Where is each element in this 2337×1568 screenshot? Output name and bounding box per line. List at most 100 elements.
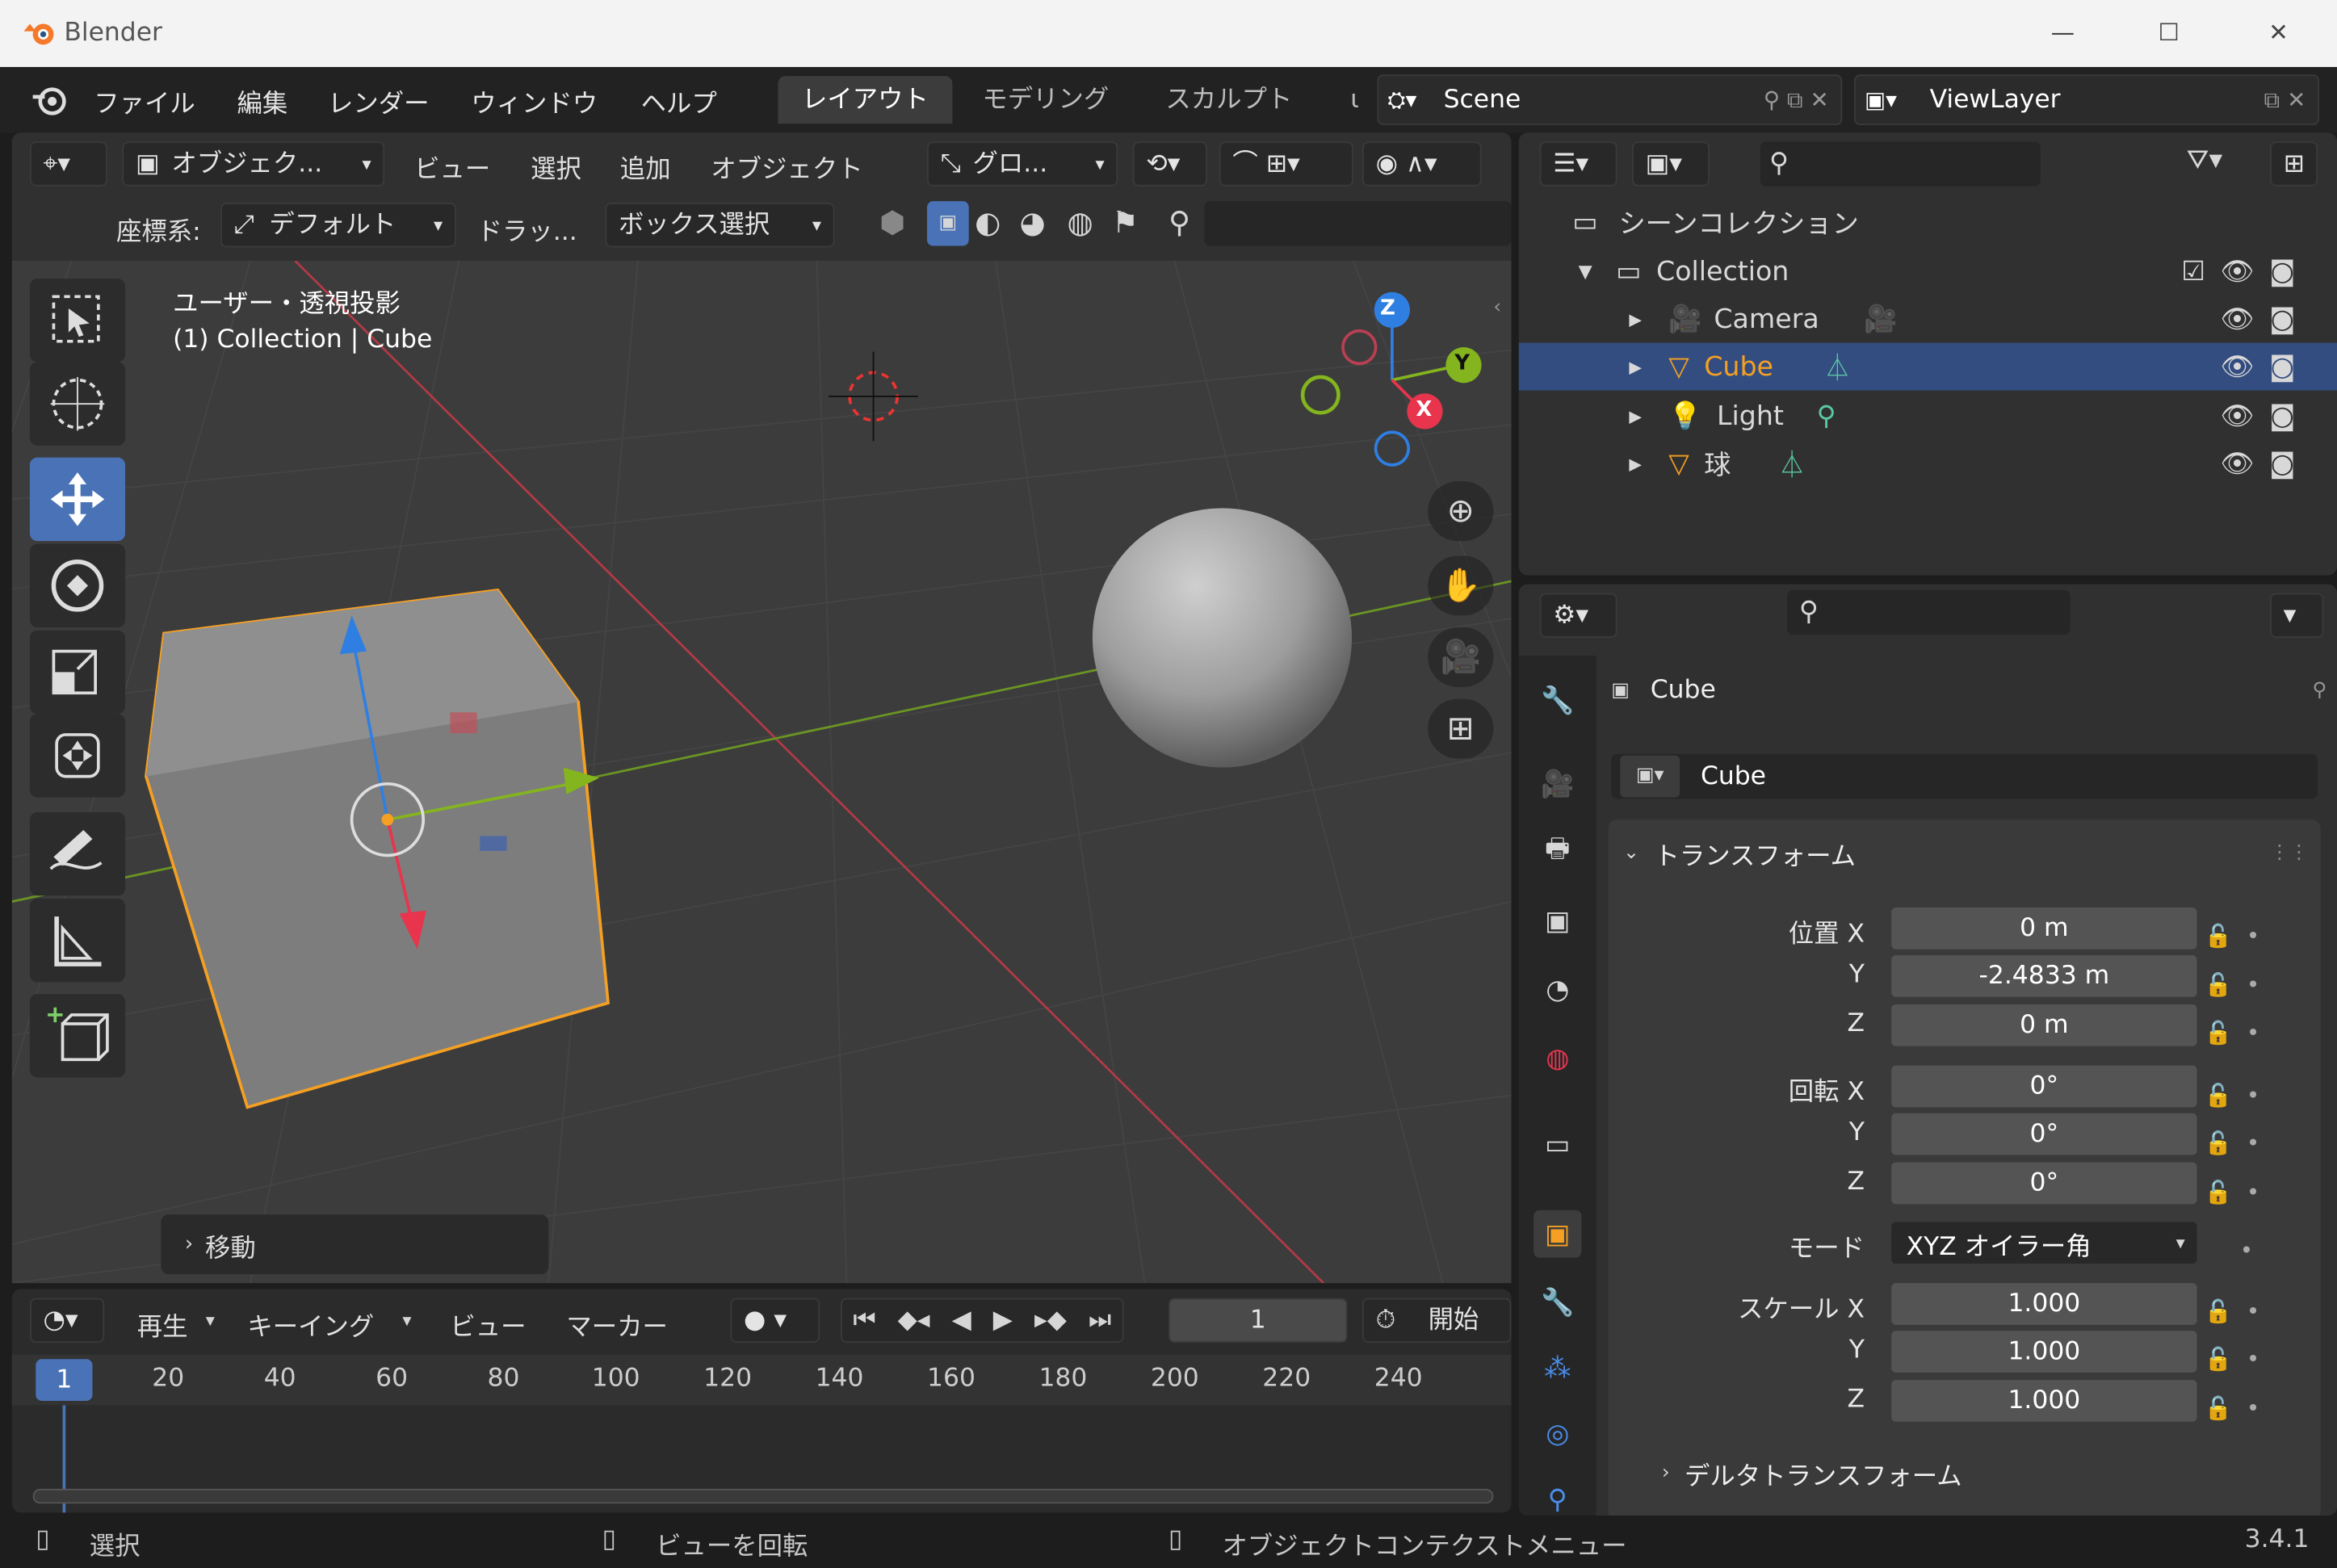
cube-visibility-icons[interactable]: 👁◙ — [2220, 351, 2310, 383]
collection-visibility-icons[interactable]: ☑👁◙ — [2181, 256, 2310, 287]
lock-icon[interactable]: 🔓 • — [2205, 1119, 2294, 1168]
object-name-field[interactable]: ▣▾ Cube — [1611, 753, 2318, 799]
snap-button[interactable]: ⌒ ⊞▾ — [1219, 141, 1353, 187]
outliner-row-light[interactable]: ▶ 💡 Light ⚲ 👁◙ — [1519, 392, 2337, 439]
sphere-visibility-icons[interactable]: 👁◙ — [2220, 448, 2310, 480]
lock-icon[interactable]: 🔓 • — [2205, 1384, 2294, 1432]
camera-view-icon[interactable]: 🎥 — [1428, 627, 1494, 687]
tool-transform[interactable] — [29, 714, 126, 798]
rotation-z-field[interactable]: 0° — [1891, 1162, 2197, 1205]
pin-icon[interactable]: ⚲ — [2313, 679, 2327, 702]
prev-keyframe-icon[interactable]: ◆◂ — [898, 1306, 930, 1335]
next-keyframe-icon[interactable]: ▸◆ — [1034, 1306, 1067, 1335]
minimize-button[interactable]: — — [2051, 18, 2075, 46]
select-mode-selector[interactable]: ボックス選択 ▾ — [605, 203, 835, 248]
menu-view[interactable]: ビュー — [414, 148, 490, 185]
outliner-editor-type-icon[interactable]: ☰▾ — [1539, 141, 1617, 187]
outliner-search-input[interactable]: ⚲ — [1760, 141, 2041, 187]
new-collection-icon[interactable]: ⊞ — [2270, 141, 2318, 187]
location-y-field[interactable]: -2.4833 m — [1891, 955, 2197, 997]
coord-selector[interactable]: ⤢ デフォルト ▾ — [220, 203, 456, 248]
zoom-icon[interactable]: ⊕ — [1428, 481, 1494, 541]
close-button[interactable]: ✕ — [2268, 18, 2289, 46]
tool-select-box[interactable] — [29, 279, 126, 363]
perspective-toggle-icon[interactable]: ⊞ — [1428, 698, 1494, 759]
material-shading-icon[interactable]: ◕ — [1019, 204, 1045, 240]
current-frame-field[interactable]: 1 — [1168, 1298, 1348, 1343]
camera-visibility-icons[interactable]: 👁◙ — [2220, 304, 2310, 335]
auto-keying-button[interactable]: ● ▾ — [730, 1298, 820, 1343]
gizmo-y-label[interactable]: Y — [1454, 352, 1470, 376]
outliner-row-collection[interactable]: ▼ ▭ Collection ☑👁◙ — [1519, 247, 2337, 295]
rendered-shading-icon[interactable]: ◍ — [1068, 204, 1093, 240]
blender-menu-icon[interactable] — [30, 82, 69, 124]
lock-icon[interactable]: 🔓 • — [2205, 912, 2294, 961]
lock-icon[interactable]: 🔓 • — [2205, 1009, 2294, 1058]
object-tab-icon[interactable]: ▣ — [1534, 1210, 1582, 1258]
location-x-field[interactable]: 0 m — [1891, 908, 2197, 950]
duplicate-layer-icon[interactable]: ⧉ ✕ — [2264, 86, 2306, 113]
xray-toggle-icon[interactable]: ▣ — [927, 201, 969, 246]
rotation-mode-select[interactable]: XYZ オイラー角 ▾ — [1891, 1222, 2197, 1264]
drag-label[interactable]: ドラッ... — [477, 210, 577, 247]
timeline-scrollbar[interactable] — [32, 1488, 1494, 1504]
menu-select[interactable]: 選択 — [531, 148, 581, 185]
search-icon[interactable]: ⚲ — [1168, 204, 1190, 240]
tool-move[interactable] — [29, 457, 126, 541]
tool-rotate[interactable] — [29, 543, 126, 628]
drag-handle-icon[interactable]: ⋮⋮ — [2270, 842, 2309, 865]
outliner-row-camera[interactable]: ▶ 🎥 Camera 🎥 👁◙ — [1519, 295, 2337, 342]
expand-arrow-icon[interactable]: ▶ — [1629, 454, 1642, 473]
pivot-point-button[interactable]: ⟲▾ — [1132, 141, 1208, 187]
scale-y-field[interactable]: 1.000 — [1891, 1331, 2197, 1373]
light-visibility-icons[interactable]: 👁◙ — [2220, 400, 2310, 432]
play-reverse-icon[interactable]: ◀ — [952, 1306, 971, 1335]
keyframe-dot-icon[interactable]: • — [2205, 1226, 2294, 1275]
tab-sculpt[interactable]: スカルプト — [1142, 76, 1316, 124]
lock-icon[interactable]: 🔓 • — [2205, 1335, 2294, 1384]
menu-add[interactable]: 追加 — [620, 148, 671, 185]
current-frame-marker[interactable]: 1 — [36, 1359, 93, 1401]
menu-file[interactable]: ファイル — [94, 82, 195, 119]
jump-end-icon[interactable]: ⏭ — [1089, 1306, 1111, 1335]
menu-help[interactable]: ヘルプ — [641, 82, 717, 119]
modifier-tab-icon[interactable]: 🔧 — [1534, 1279, 1581, 1327]
tool-measure[interactable] — [29, 898, 126, 983]
viewport-search-input[interactable] — [1204, 201, 1512, 246]
tool-scale[interactable] — [29, 630, 126, 715]
expand-arrow-icon[interactable]: ▶ — [1629, 309, 1642, 329]
editor-type-button[interactable]: ⌖▾ — [29, 141, 107, 187]
menu-render[interactable]: レンダー — [328, 82, 430, 119]
tool-annotate[interactable] — [29, 811, 126, 896]
rotation-x-field[interactable]: 0° — [1891, 1065, 2197, 1108]
scene-selector[interactable]: ⛭▾ Scene ⚲ ⧉ ✕ — [1377, 74, 1843, 126]
proportional-edit-button[interactable]: ◉ ∧▾ — [1362, 141, 1482, 187]
properties-editor-type-icon[interactable]: ⚙▾ — [1539, 593, 1617, 638]
expand-arrow-icon[interactable]: ▶ — [1629, 406, 1642, 426]
preview-range-button[interactable]: ⏱ 開始 — [1362, 1298, 1512, 1343]
outliner-row-scene-collection[interactable]: ▭ シーンコレクション — [1519, 198, 2337, 245]
world-tab-icon[interactable]: ◍ — [1534, 1034, 1581, 1082]
lock-icon[interactable]: 🔓 • — [2205, 1071, 2294, 1119]
tab-modeling[interactable]: モデリング — [959, 76, 1133, 124]
marker-menu[interactable]: マーカー — [566, 1306, 668, 1343]
outliner-row-cube[interactable]: ▶ ▽ Cube ⏃ 👁◙ — [1518, 342, 2337, 391]
timeline-view-menu[interactable]: ビュー — [450, 1306, 526, 1343]
expand-arrow-icon[interactable]: ▼ — [1579, 261, 1592, 282]
collection-tab-icon[interactable]: ▭ — [1534, 1121, 1581, 1168]
transform-panel-header[interactable]: ⌄ トランスフォーム ⋮⋮ — [1623, 835, 2309, 872]
filter-icon[interactable]: ⛛▾ — [2187, 145, 2223, 176]
tool-add-cube[interactable] — [29, 994, 126, 1078]
tool-cursor[interactable] — [29, 362, 126, 446]
jump-start-icon[interactable]: ⏮ — [853, 1306, 875, 1335]
keying-menu[interactable]: キーイング — [247, 1306, 374, 1343]
frame-ruler[interactable]: 1 20 40 60 80 100 120 140 160 180 200 22… — [11, 1354, 1512, 1406]
object-type-icon[interactable]: ▣▾ — [1620, 755, 1680, 798]
render-tab-icon[interactable]: 🎥 — [1534, 760, 1581, 807]
particles-tab-icon[interactable]: ⁂ — [1534, 1344, 1581, 1392]
menu-window[interactable]: ウィンドウ — [471, 82, 598, 119]
view-layer-selector[interactable]: ▣▾ ViewLayer ⧉ ✕ — [1854, 74, 2319, 126]
solid-shading-icon[interactable]: ◐ — [975, 204, 1001, 240]
mode-selector[interactable]: ▣ オブジェク... ▾ — [122, 141, 385, 187]
sidebar-toggle-icon[interactable]: ‹ — [1493, 296, 1501, 319]
